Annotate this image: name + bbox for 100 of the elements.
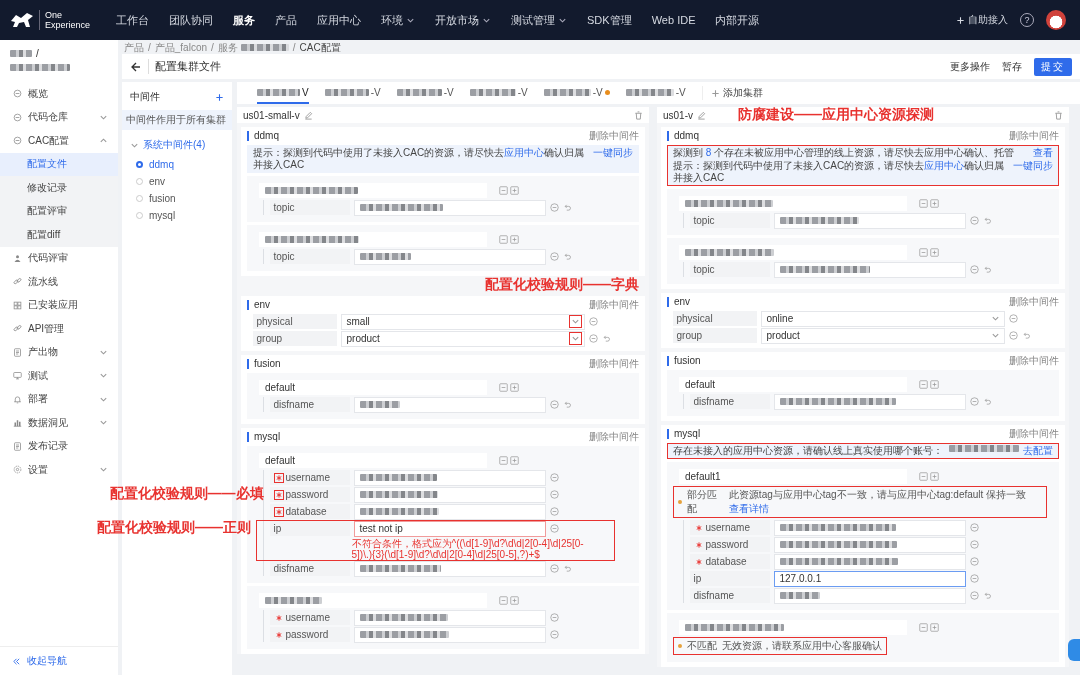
nav-item[interactable]: 配置diff: [0, 223, 118, 247]
trash-icon[interactable]: [634, 110, 643, 120]
name-field[interactable]: [679, 196, 907, 211]
cluster-tab[interactable]: -V: [396, 82, 454, 104]
remove-icon[interactable]: [549, 252, 559, 261]
undo-icon[interactable]: [982, 216, 992, 225]
nav-item[interactable]: 设置: [0, 458, 118, 482]
remove-icon[interactable]: [549, 490, 559, 499]
undo-icon[interactable]: [982, 591, 992, 600]
tree-group[interactable]: 系统中间件(4): [122, 134, 232, 156]
nav-tab[interactable]: 开放市场: [435, 12, 492, 28]
nav-tab[interactable]: SDK管理: [587, 12, 632, 28]
remove-icon[interactable]: [549, 400, 559, 409]
nav-tab[interactable]: 内部开源: [715, 12, 760, 28]
action-button[interactable]: 更多操作: [950, 57, 990, 76]
remove-icon[interactable]: [969, 591, 979, 600]
select-field[interactable]: product: [760, 327, 1005, 344]
action-link[interactable]: 一键同步: [593, 147, 633, 159]
back-arrow-icon[interactable]: [130, 60, 142, 73]
input-field[interactable]: [773, 536, 966, 553]
self-service-link[interactable]: 自助接入: [956, 13, 1008, 27]
nav-item[interactable]: 测试: [0, 364, 118, 388]
input-field[interactable]: [353, 469, 546, 486]
input-field[interactable]: [773, 212, 966, 229]
remove-icon[interactable]: [549, 613, 559, 622]
select-field[interactable]: small: [340, 313, 585, 330]
remove-icon[interactable]: [588, 317, 598, 326]
select-field[interactable]: online: [760, 310, 1005, 327]
tree-item[interactable]: env: [122, 173, 232, 190]
delete-link[interactable]: 删除中间件: [1009, 129, 1059, 143]
add-cluster-button[interactable]: 添加集群: [701, 86, 763, 100]
minus-square-icon[interactable]: [919, 623, 928, 632]
nav-item[interactable]: 产出物: [0, 340, 118, 364]
minus-square-icon[interactable]: [499, 186, 508, 195]
input-field[interactable]: [353, 609, 546, 626]
input-field[interactable]: [773, 587, 966, 604]
input-field[interactable]: test not ip: [353, 520, 546, 537]
tree-item[interactable]: mysql: [122, 207, 232, 224]
remove-icon[interactable]: [1008, 331, 1018, 340]
minus-square-icon[interactable]: [919, 472, 928, 481]
remove-icon[interactable]: [1008, 314, 1018, 323]
name-field[interactable]: default: [679, 377, 907, 392]
nav-item[interactable]: 代码仓库: [0, 105, 118, 129]
nav-item[interactable]: 流水线: [0, 270, 118, 294]
plus-square-icon[interactable]: [510, 235, 519, 244]
name-field[interactable]: [259, 232, 487, 247]
delete-link[interactable]: 删除中间件: [1009, 354, 1059, 368]
name-field[interactable]: [259, 183, 487, 198]
remove-icon[interactable]: [969, 523, 979, 532]
minus-square-icon[interactable]: [499, 596, 508, 605]
nav-tab[interactable]: 工作台: [116, 12, 150, 28]
nav-item[interactable]: CAC配置: [0, 129, 118, 153]
delete-link[interactable]: 删除中间件: [1009, 295, 1059, 309]
input-field[interactable]: [773, 519, 966, 536]
remove-icon[interactable]: [588, 334, 598, 343]
nav-tab[interactable]: 服务: [233, 12, 256, 28]
pencil-icon[interactable]: [303, 110, 313, 120]
input-field[interactable]: [353, 248, 546, 265]
input-field[interactable]: [773, 261, 966, 278]
cluster-tab[interactable]: -V: [324, 82, 381, 104]
minus-square-icon[interactable]: [499, 235, 508, 244]
undo-icon[interactable]: [562, 203, 572, 212]
input-field[interactable]: [773, 393, 966, 410]
nav-item[interactable]: 配置评审: [0, 199, 118, 223]
undo-icon[interactable]: [982, 397, 992, 406]
pencil-icon[interactable]: [697, 110, 706, 120]
undo-icon[interactable]: [562, 400, 572, 409]
remove-icon[interactable]: [969, 540, 979, 549]
nav-tab[interactable]: 产品: [275, 12, 298, 28]
delete-link[interactable]: 删除中间件: [1009, 427, 1059, 441]
remove-icon[interactable]: [969, 574, 979, 583]
remove-icon[interactable]: [549, 524, 559, 533]
name-field[interactable]: [679, 245, 907, 260]
remove-icon[interactable]: [969, 265, 979, 274]
action-link[interactable]: 查看: [1033, 147, 1053, 159]
nav-tab[interactable]: Web IDE: [651, 14, 696, 26]
plus-square-icon[interactable]: [510, 383, 519, 392]
app-center-link[interactable]: 应用中心: [504, 147, 545, 158]
delete-link[interactable]: 删除中间件: [589, 430, 639, 444]
nav-item[interactable]: 已安装应用: [0, 293, 118, 317]
nav-item[interactable]: 数据洞见: [0, 411, 118, 435]
input-field[interactable]: [353, 503, 546, 520]
remove-icon[interactable]: [549, 203, 559, 212]
name-field[interactable]: default: [259, 380, 487, 395]
avatar[interactable]: [1046, 10, 1066, 30]
input-field[interactable]: 127.0.0.1: [773, 570, 966, 587]
undo-icon[interactable]: [562, 252, 572, 261]
undo-icon[interactable]: [982, 265, 992, 274]
nav-tab[interactable]: 应用中心: [317, 12, 362, 28]
nav-tab[interactable]: 团队协同: [169, 12, 214, 28]
input-field[interactable]: [353, 626, 546, 643]
name-field[interactable]: default1: [679, 469, 907, 484]
plus-square-icon[interactable]: [930, 248, 939, 257]
delete-link[interactable]: 删除中间件: [589, 357, 639, 371]
minus-square-icon[interactable]: [919, 199, 928, 208]
minus-square-icon[interactable]: [919, 380, 928, 389]
plus-square-icon[interactable]: [510, 456, 519, 465]
plus-square-icon[interactable]: [930, 472, 939, 481]
nav-tab[interactable]: 环境: [381, 12, 416, 28]
input-field[interactable]: [353, 199, 546, 216]
